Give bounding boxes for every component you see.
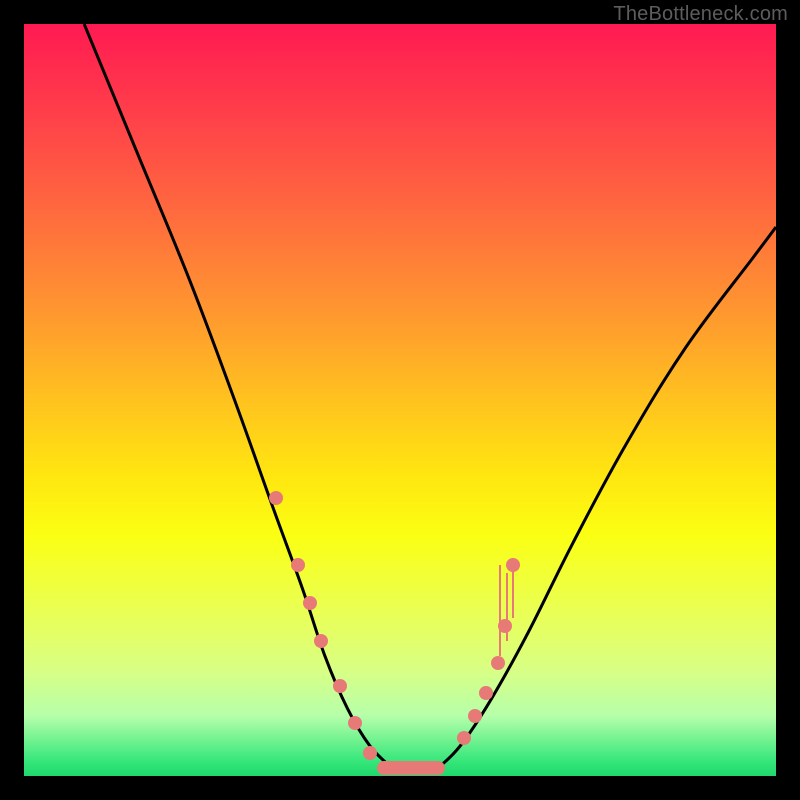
data-marker <box>333 679 347 693</box>
data-marker <box>269 491 283 505</box>
chart-frame: TheBottleneck.com <box>0 0 800 800</box>
data-marker <box>363 746 377 760</box>
data-marker <box>491 656 505 670</box>
data-marker <box>498 619 512 633</box>
data-marker <box>303 596 317 610</box>
data-marker <box>468 709 482 723</box>
chart-plot-area <box>24 24 776 776</box>
spike <box>499 565 501 655</box>
data-marker <box>457 731 471 745</box>
data-marker <box>506 558 520 572</box>
watermark-text: TheBottleneck.com <box>613 3 788 26</box>
data-marker <box>348 716 362 730</box>
left-curve <box>84 24 392 768</box>
valley-flat-marker <box>377 761 445 775</box>
data-marker <box>479 686 493 700</box>
data-marker <box>291 558 305 572</box>
curves-svg <box>24 24 776 776</box>
data-marker <box>314 634 328 648</box>
